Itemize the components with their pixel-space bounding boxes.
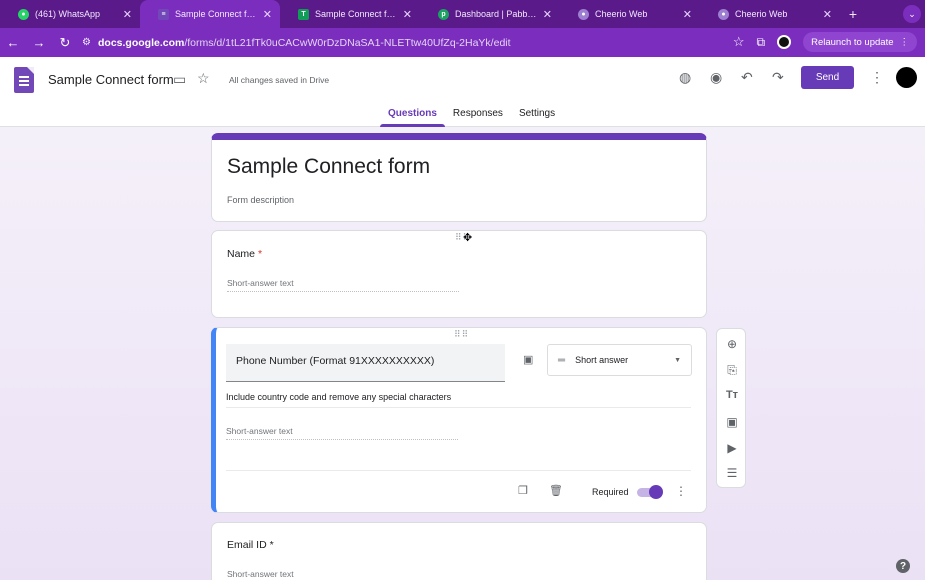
cheerio-icon: ●	[578, 8, 589, 20]
duplicate-icon[interactable]: ❐	[518, 484, 528, 497]
import-questions-icon[interactable]: ⎘	[717, 363, 747, 378]
tab-title: Dashboard | Pabbly Conn	[455, 9, 537, 19]
tab-responses[interactable]: Responses	[445, 107, 511, 127]
back-arrow-icon[interactable]: ←	[0, 30, 26, 56]
tab-questions[interactable]: Questions	[380, 107, 445, 127]
help-icon[interactable]: ?	[896, 559, 910, 573]
card-footer-divider	[226, 470, 691, 471]
required-asterisk: *	[269, 539, 274, 551]
question-description-input[interactable]: Include country code and remove any spec…	[226, 392, 691, 408]
question-type-label: Short answer	[575, 355, 629, 365]
dropdown-caret-icon: ▼	[674, 356, 681, 364]
question-title: Name *	[227, 248, 262, 260]
tab-title: Sample Connect form (Re	[315, 9, 397, 19]
form-tabs: Questions Responses Settings	[380, 107, 563, 127]
google-forms-logo-icon[interactable]	[14, 67, 34, 93]
close-icon[interactable]: ✕	[263, 8, 272, 21]
browser-toolbar: ← → ↻ ⚙ docs.google.com /forms/d/1tL21fT…	[0, 28, 925, 57]
google-sheets-icon: T	[298, 8, 309, 20]
question-title: Email ID *	[227, 539, 274, 551]
question-title-input[interactable]: Phone Number (Format 91XXXXXXXXXX)	[226, 344, 505, 382]
forward-arrow-icon[interactable]: →	[26, 30, 52, 56]
question-type-select[interactable]: ═ Short answer ▼	[547, 344, 692, 376]
send-button[interactable]: Send	[801, 66, 854, 89]
url-path: /forms/d/1tL21fTk0uCACwW0rDzDNaSA1-NLETt…	[184, 36, 511, 49]
question-toolbar: ⊕ ⎘ Tт ▣ ▶ ☰	[716, 328, 746, 488]
star-icon[interactable]: ☆	[197, 70, 210, 87]
question-card-name[interactable]: ⠿⠿ Name * Short-answer text	[211, 230, 707, 318]
redo-icon[interactable]: ↷	[772, 69, 784, 86]
palette-icon[interactable]: ◍	[679, 69, 691, 86]
close-icon[interactable]: ✕	[123, 8, 132, 21]
pabbly-icon: p	[438, 8, 449, 20]
add-question-icon[interactable]: ⊕	[717, 337, 747, 351]
browser-tab-strip: ● (461) WhatsApp ✕ ≡ Sample Connect form…	[0, 0, 925, 28]
address-bar[interactable]: ⚙ docs.google.com /forms/d/1tL21fTk0uCAC…	[82, 32, 782, 54]
whatsapp-icon: ●	[18, 8, 29, 20]
question-card-email[interactable]: Email ID * Short-answer text	[211, 522, 707, 580]
bookmark-star-icon[interactable]: ☆	[733, 34, 745, 50]
save-status: All changes saved in Drive	[229, 75, 330, 85]
close-icon[interactable]: ✕	[823, 8, 832, 21]
browser-tab-sheets[interactable]: T Sample Connect form (Re ✕	[280, 0, 420, 28]
add-video-icon[interactable]: ▶	[717, 441, 747, 455]
close-icon[interactable]: ✕	[403, 8, 412, 21]
more-vert-icon[interactable]: ⋮	[675, 484, 687, 498]
question-card-phone[interactable]: ⠿⠿ Phone Number (Format 91XXXXXXXXXX) ▣ …	[211, 327, 707, 513]
more-vert-icon: ⋮	[899, 36, 910, 48]
forms-header: Sample Connect form ▭ ☆ All changes save…	[0, 57, 925, 127]
tab-title: Cheerio Web	[595, 9, 648, 19]
tab-title: Cheerio Web	[735, 9, 788, 19]
add-title-icon[interactable]: Tт	[717, 389, 747, 401]
undo-icon[interactable]: ↶	[741, 69, 753, 86]
close-icon[interactable]: ✕	[683, 8, 692, 21]
short-answer-placeholder: Short-answer text	[227, 278, 459, 292]
add-section-icon[interactable]: ☰	[717, 466, 747, 480]
form-canvas: Sample Connect form Form description ⠿⠿ …	[0, 127, 925, 580]
form-title-card[interactable]: Sample Connect form Form description	[211, 133, 707, 222]
short-answer-placeholder: Short-answer text	[227, 569, 459, 580]
browser-tab-whatsapp[interactable]: ● (461) WhatsApp ✕	[0, 0, 140, 28]
url-host: docs.google.com	[98, 36, 185, 49]
more-vert-icon[interactable]: ⋮	[870, 69, 884, 86]
account-avatar[interactable]	[896, 67, 917, 88]
browser-tab-cheerio-2[interactable]: ● Cheerio Web ✕	[700, 0, 840, 28]
tab-title: (461) WhatsApp	[35, 9, 101, 19]
form-title[interactable]: Sample Connect form	[227, 155, 430, 179]
tab-settings[interactable]: Settings	[511, 107, 563, 127]
profile-avatar[interactable]	[777, 35, 792, 49]
tab-search-icon[interactable]: ⌄	[903, 5, 921, 23]
short-answer-icon: ═	[558, 354, 566, 366]
form-name[interactable]: Sample Connect form	[48, 72, 174, 87]
google-forms-icon: ≡	[158, 8, 169, 20]
site-info-icon[interactable]: ⚙	[82, 37, 98, 48]
new-tab-button[interactable]: +	[840, 0, 866, 28]
drag-handle-icon[interactable]: ⠿⠿	[454, 329, 469, 340]
short-answer-placeholder: Short-answer text	[226, 426, 458, 440]
extensions-icon[interactable]: ⧉	[757, 35, 766, 50]
required-asterisk: *	[257, 248, 263, 260]
cheerio-icon: ●	[718, 8, 729, 20]
add-image-icon[interactable]: ▣	[523, 353, 533, 366]
relaunch-button[interactable]: Relaunch to update ⋮	[803, 32, 917, 52]
tab-title: Sample Connect form - Go	[175, 9, 257, 19]
add-image-icon[interactable]: ▣	[717, 415, 747, 429]
question-label: Email ID	[227, 539, 267, 551]
close-icon[interactable]: ✕	[543, 8, 552, 21]
move-cursor-icon: ✥	[463, 232, 473, 244]
reload-icon[interactable]: ↻	[52, 30, 78, 56]
toggle-knob	[649, 485, 663, 499]
delete-trash-icon[interactable]: 🗑	[549, 484, 563, 497]
required-toggle[interactable]	[637, 485, 663, 499]
form-description-field[interactable]: Form description	[227, 195, 294, 205]
folder-icon[interactable]: ▭	[173, 71, 186, 88]
browser-tab-forms[interactable]: ≡ Sample Connect form - Go ✕	[140, 0, 280, 28]
required-label: Required	[592, 487, 629, 497]
relaunch-label: Relaunch to update	[811, 36, 894, 48]
browser-tab-cheerio[interactable]: ● Cheerio Web ✕	[560, 0, 700, 28]
browser-tab-pabbly[interactable]: p Dashboard | Pabbly Conn ✕	[420, 0, 560, 28]
preview-eye-icon[interactable]: ◉	[710, 69, 722, 86]
question-label: Name	[227, 248, 256, 260]
